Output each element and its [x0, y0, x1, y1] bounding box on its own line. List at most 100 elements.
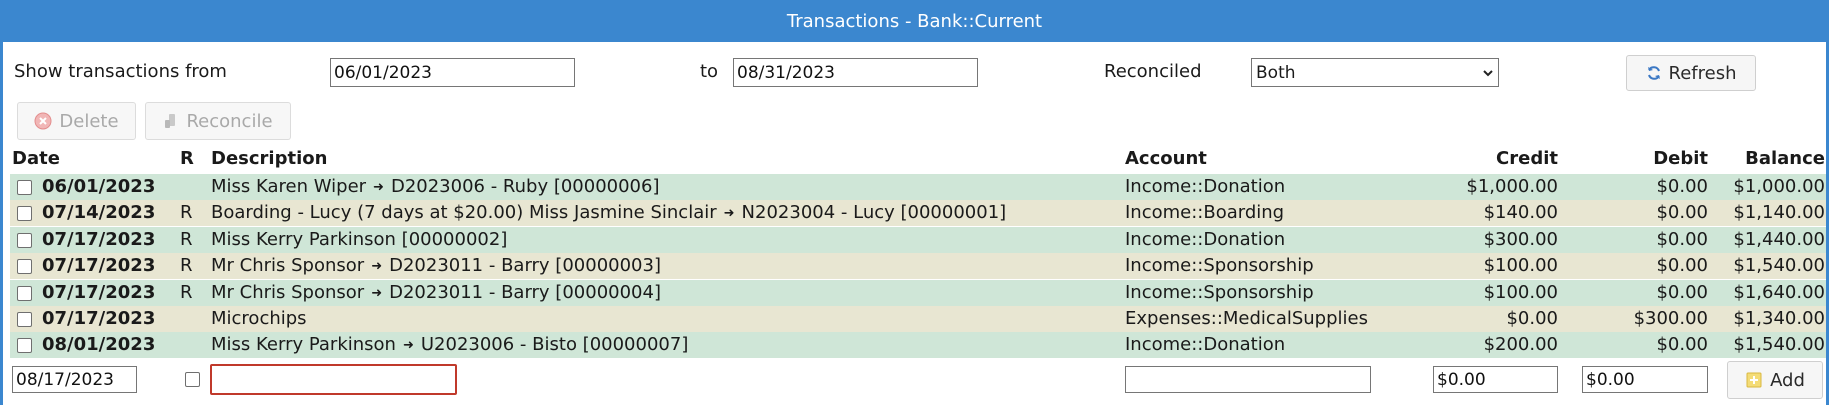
row-account: Income::Boarding — [1125, 202, 1285, 223]
table-row[interactable]: 07/14/2023 R Boarding - Lucy (7 days at $2… — [10, 200, 1826, 226]
arrow-icon: ➜ — [723, 206, 735, 221]
reconcile-label: Reconcile — [186, 110, 273, 132]
to-label: to — [700, 61, 719, 82]
row-description: Microchips — [211, 306, 307, 332]
new-account-input[interactable] — [1125, 366, 1371, 393]
row-balance: $1,000.00 — [1733, 176, 1825, 197]
new-debit-input[interactable] — [1582, 366, 1708, 393]
row-debit: $0.00 — [1656, 176, 1708, 197]
row-select-checkbox[interactable] — [17, 180, 32, 195]
reconciled-label: Reconciled — [1104, 61, 1202, 82]
row-description: Mr Chris Sponsor ➜ D2023011 - Barry [00000… — [211, 280, 661, 306]
add-label: Add — [1770, 369, 1805, 391]
row-balance: $1,540.00 — [1733, 255, 1825, 276]
row-description: Mr Chris Sponsor ➜ D2023011 - Barry [00000… — [211, 253, 661, 279]
row-credit: $300.00 — [1483, 229, 1558, 250]
refresh-button[interactable]: Refresh — [1626, 55, 1756, 91]
to-date-input[interactable] — [733, 58, 978, 87]
new-description-input[interactable] — [210, 364, 457, 395]
reconciled-value: Both — [1256, 62, 1296, 83]
add-icon — [1746, 372, 1762, 388]
row-select-checkbox[interactable] — [17, 286, 32, 301]
row-balance: $1,340.00 — [1733, 308, 1825, 329]
table-row[interactable]: 07/17/2023 R Mr Chris Sponsor ➜ D2023011 - B… — [10, 280, 1826, 306]
refresh-label: Refresh — [1668, 62, 1737, 84]
table-row[interactable]: 07/17/2023 Microchips Expenses::MedicalSup… — [10, 306, 1826, 332]
row-description-text: Miss Karen Wiper — [211, 176, 367, 197]
reconciled-select[interactable]: Both — [1251, 58, 1499, 87]
row-account: Income::Donation — [1125, 176, 1286, 197]
row-linked-item[interactable]: D2023011 - Barry [00000003] — [389, 255, 661, 276]
arrow-icon: ➜ — [402, 338, 414, 353]
row-date: 08/01/2023 — [42, 334, 156, 355]
row-select-checkbox[interactable] — [17, 259, 32, 274]
row-description-text: Mr Chris Sponsor — [211, 282, 365, 303]
row-date: 07/17/2023 — [42, 229, 156, 250]
col-r[interactable]: R — [180, 148, 194, 172]
row-linked-item[interactable]: D2023011 - Barry [00000004] — [389, 282, 661, 303]
row-date: 07/17/2023 — [42, 255, 156, 276]
row-debit: $0.00 — [1656, 202, 1708, 223]
row-credit: $200.00 — [1483, 334, 1558, 355]
row-description: Miss Kerry Parkinson ➜ U2023006 - Bisto [0… — [211, 332, 688, 358]
row-select-checkbox[interactable] — [17, 338, 32, 353]
col-credit[interactable]: Credit — [1400, 148, 1558, 172]
row-reconciled: R — [180, 202, 193, 223]
row-balance: $1,140.00 — [1733, 202, 1825, 223]
row-debit: $0.00 — [1656, 334, 1708, 355]
delete-icon — [34, 112, 52, 130]
row-linked-item[interactable]: N2023004 - Lucy [00000001] — [742, 202, 1007, 223]
from-date-input[interactable] — [330, 58, 575, 87]
add-button[interactable]: Add — [1727, 361, 1823, 399]
new-credit-input[interactable] — [1433, 366, 1558, 393]
row-reconciled: R — [180, 282, 193, 303]
col-date[interactable]: Date — [12, 148, 60, 172]
new-reconciled-checkbox[interactable] — [185, 372, 200, 387]
col-account[interactable]: Account — [1125, 148, 1207, 172]
chevron-down-icon — [1483, 69, 1493, 76]
row-credit: $140.00 — [1483, 202, 1558, 223]
col-debit[interactable]: Debit — [1560, 148, 1708, 172]
row-reconciled: R — [180, 229, 193, 250]
row-credit: $1,000.00 — [1466, 176, 1558, 197]
row-select-checkbox[interactable] — [17, 233, 32, 248]
row-linked-item[interactable]: D2023006 - Ruby [00000006] — [391, 176, 660, 197]
from-label: Show transactions from — [14, 61, 227, 82]
row-select-checkbox[interactable] — [17, 312, 32, 327]
col-balance[interactable]: Balance — [1710, 148, 1825, 172]
arrow-icon: ➜ — [373, 180, 384, 195]
row-select-checkbox[interactable] — [17, 206, 32, 221]
row-balance: $1,640.00 — [1733, 282, 1825, 303]
row-description: Miss Karen Wiper ➜ D2023006 - Ruby [000000… — [211, 174, 660, 200]
row-description: Boarding - Lucy (7 days at $20.00) Miss … — [211, 200, 1006, 226]
row-linked-item[interactable]: U2023006 - Bisto [00000007] — [421, 334, 688, 355]
row-debit: $0.00 — [1656, 282, 1708, 303]
row-account: Income::Donation — [1125, 334, 1286, 355]
row-account: Income::Sponsorship — [1125, 282, 1314, 303]
row-balance: $1,440.00 — [1733, 229, 1825, 250]
row-date: 06/01/2023 — [42, 176, 156, 197]
row-description-text: Miss Kerry Parkinson [00000002] — [211, 229, 508, 250]
table-row[interactable]: 06/01/2023 Miss Karen Wiper ➜ D2023006 - Ru… — [10, 174, 1826, 200]
window-title: Transactions - Bank::Current — [0, 0, 1829, 42]
table-row[interactable]: 07/17/2023 R Miss Kerry Parkinson [0000000… — [10, 227, 1826, 253]
row-account: Income::Sponsorship — [1125, 255, 1314, 276]
row-date: 07/17/2023 — [42, 282, 156, 303]
row-reconciled: R — [180, 255, 193, 276]
new-date-input[interactable] — [12, 366, 137, 393]
row-description-text: Mr Chris Sponsor — [211, 255, 365, 276]
arrow-icon: ➜ — [371, 259, 383, 274]
row-date: 07/14/2023 — [42, 202, 156, 223]
row-description-text: Microchips — [211, 308, 307, 329]
delete-button[interactable]: Delete — [17, 102, 136, 140]
row-account: Income::Donation — [1125, 229, 1286, 250]
table-row[interactable]: 08/01/2023 Miss Kerry Parkinson ➜ U2023006 … — [10, 332, 1826, 358]
row-credit: $100.00 — [1483, 255, 1558, 276]
row-account: Expenses::MedicalSupplies — [1125, 308, 1368, 329]
table-row[interactable]: 07/17/2023 R Mr Chris Sponsor ➜ D2023011 - B… — [10, 253, 1826, 279]
refresh-icon — [1647, 66, 1660, 80]
row-balance: $1,540.00 — [1733, 334, 1825, 355]
row-date: 07/17/2023 — [42, 308, 156, 329]
reconcile-button[interactable]: Reconcile — [145, 102, 291, 140]
col-description[interactable]: Description — [211, 148, 327, 172]
